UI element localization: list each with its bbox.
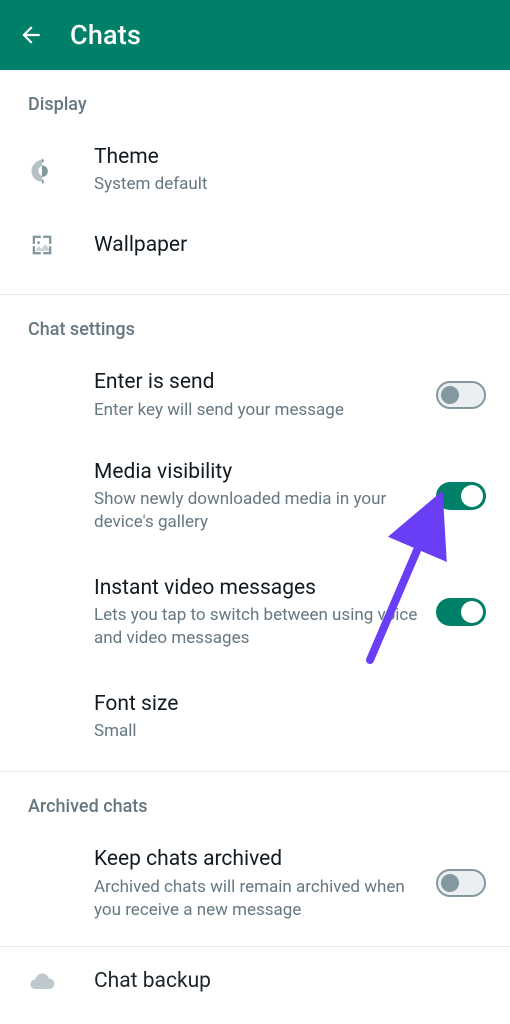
section-chat-settings: Chat settings — [0, 295, 510, 354]
theme-icon — [28, 156, 94, 184]
keep-archived-sub: Archived chats will remain archived when… — [94, 876, 420, 922]
enter-is-send-sub: Enter key will send your message — [94, 399, 420, 422]
font-size-item[interactable]: Font size Small — [0, 668, 510, 757]
media-visibility-title: Media visibility — [94, 458, 420, 486]
enter-is-send-toggle[interactable] — [436, 381, 486, 409]
wallpaper-item[interactable]: Wallpaper — [0, 210, 510, 280]
instant-video-toggle[interactable] — [436, 598, 486, 626]
cloud-backup-icon — [28, 968, 94, 996]
theme-sub: System default — [94, 173, 476, 196]
theme-item[interactable]: Theme System default — [0, 129, 510, 210]
app-header: Chats — [0, 0, 510, 70]
keep-archived-toggle[interactable] — [436, 869, 486, 897]
keep-archived-title: Keep chats archived — [94, 845, 420, 873]
font-size-title: Font size — [94, 690, 476, 718]
instant-video-sub: Lets you tap to switch between using voi… — [94, 604, 420, 650]
section-display: Display — [0, 70, 510, 129]
media-visibility-toggle[interactable] — [436, 482, 486, 510]
chat-backup-title: Chat backup — [94, 967, 476, 995]
instant-video-item[interactable]: Instant video messages Lets you tap to s… — [0, 552, 510, 668]
enter-is-send-item[interactable]: Enter is send Enter key will send your m… — [0, 354, 510, 435]
page-title: Chats — [70, 19, 141, 51]
theme-title: Theme — [94, 143, 476, 171]
keep-archived-item[interactable]: Keep chats archived Archived chats will … — [0, 831, 510, 935]
wallpaper-icon — [28, 231, 94, 259]
media-visibility-item[interactable]: Media visibility Show newly downloaded m… — [0, 436, 510, 552]
font-size-sub: Small — [94, 720, 476, 743]
back-arrow-icon[interactable] — [18, 22, 44, 48]
section-archived: Archived chats — [0, 772, 510, 831]
wallpaper-title: Wallpaper — [94, 231, 476, 259]
media-visibility-sub: Show newly downloaded media in your devi… — [94, 488, 420, 534]
fade-overlay — [0, 994, 510, 1024]
instant-video-title: Instant video messages — [94, 574, 420, 602]
enter-is-send-title: Enter is send — [94, 368, 420, 396]
